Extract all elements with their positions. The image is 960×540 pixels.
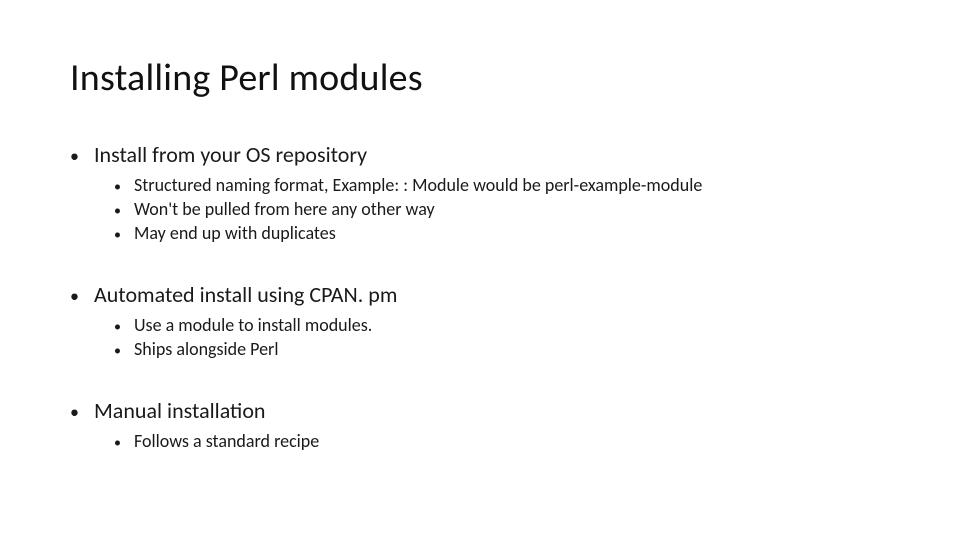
section-heading: Automated install using CPAN. pm bbox=[94, 281, 397, 309]
list-item: • May end up with duplicates bbox=[114, 221, 890, 245]
sub-list: • Follows a standard recipe bbox=[114, 429, 890, 453]
section-heading: Manual installation bbox=[94, 397, 265, 425]
list-item: • Structured naming format, Example: : M… bbox=[114, 173, 890, 197]
bullet-icon: • bbox=[114, 434, 134, 453]
bullet-icon: • bbox=[114, 342, 134, 361]
bullet-icon: • bbox=[114, 226, 134, 245]
list-item-text: Ships alongside Perl bbox=[134, 337, 278, 361]
list-item-text: Structured naming format, Example: : Mod… bbox=[134, 173, 702, 197]
list-item-text: Use a module to install modules. bbox=[134, 313, 372, 337]
slide: Installing Perl modules • Install from y… bbox=[0, 0, 960, 540]
list-item: • Follows a standard recipe bbox=[114, 429, 890, 453]
list-item: • Ships alongside Perl bbox=[114, 337, 890, 361]
bullet-icon: • bbox=[70, 401, 94, 424]
list-item: • Won't be pulled from here any other wa… bbox=[114, 197, 890, 221]
section: • Manual installation • Follows a standa… bbox=[70, 397, 890, 453]
section-heading: Install from your OS repository bbox=[94, 141, 367, 169]
list-item-text: Won't be pulled from here any other way bbox=[134, 197, 435, 221]
bullet-icon: • bbox=[114, 202, 134, 221]
section: • Automated install using CPAN. pm • Use… bbox=[70, 281, 890, 361]
bullet-icon: • bbox=[114, 318, 134, 337]
slide-title: Installing Perl modules bbox=[70, 55, 890, 101]
bullet-icon: • bbox=[70, 145, 94, 168]
list-item-text: May end up with duplicates bbox=[134, 221, 336, 245]
bullet-list: • Install from your OS repository • Stru… bbox=[70, 141, 890, 453]
sub-list: • Structured naming format, Example: : M… bbox=[114, 173, 890, 246]
sub-list: • Use a module to install modules. • Shi… bbox=[114, 313, 890, 362]
section-heading-line: • Manual installation bbox=[70, 397, 890, 425]
list-item: • Use a module to install modules. bbox=[114, 313, 890, 337]
section: • Install from your OS repository • Stru… bbox=[70, 141, 890, 245]
bullet-icon: • bbox=[70, 285, 94, 308]
section-heading-line: • Install from your OS repository bbox=[70, 141, 890, 169]
section-heading-line: • Automated install using CPAN. pm bbox=[70, 281, 890, 309]
bullet-icon: • bbox=[114, 178, 134, 197]
list-item-text: Follows a standard recipe bbox=[134, 429, 319, 453]
